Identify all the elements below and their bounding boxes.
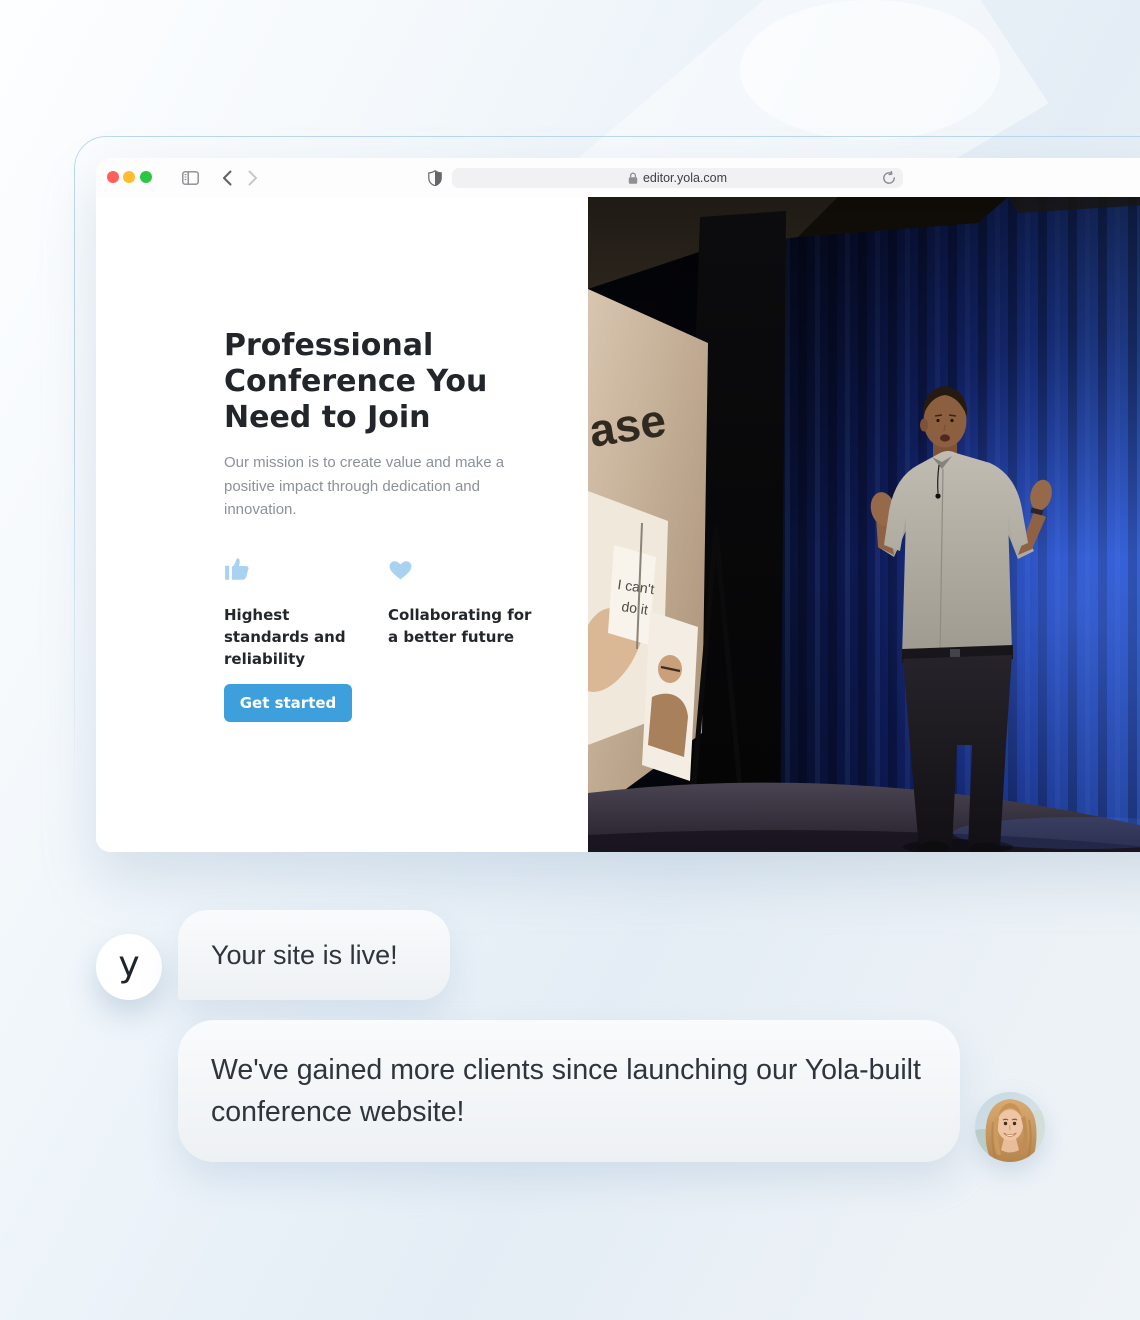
refresh-icon[interactable] [882, 171, 896, 190]
browser-toolbar: editor.yola.com [96, 158, 1140, 198]
yola-logo-badge: y [96, 934, 162, 1000]
ear [920, 419, 928, 432]
hero-description: Our mission is to create value and make … [224, 451, 508, 522]
minimize-window-button[interactable] [123, 171, 135, 183]
zoom-window-button[interactable] [140, 171, 152, 183]
forward-icon[interactable] [248, 170, 258, 186]
belt-buckle [950, 649, 960, 657]
lock-icon [628, 172, 638, 185]
projection-screen: ase I can't do it [588, 289, 708, 817]
get-started-button[interactable]: Get started [224, 684, 352, 722]
back-icon[interactable] [222, 170, 232, 186]
sidebar-toggle-icon[interactable] [182, 171, 199, 185]
close-window-button[interactable] [107, 171, 119, 183]
lavalier-mic [935, 493, 940, 498]
thumbs-up-icon [224, 556, 251, 586]
nose [944, 425, 945, 431]
mouth [940, 434, 950, 441]
stage-photo: ase I can't do it [588, 197, 1140, 852]
avatar-neck [1001, 1139, 1019, 1153]
url-text: editor.yola.com [643, 171, 727, 185]
feature-label-standards: Highest standards and reliability [224, 604, 376, 670]
address-bar[interactable]: editor.yola.com [452, 168, 903, 188]
hero-title: Professional Conference You Need to Join [224, 328, 520, 436]
yola-logo-letter: y [118, 944, 139, 985]
chat-bubble-customer: We've gained more clients since launchin… [178, 1020, 960, 1162]
customer-avatar [975, 1092, 1045, 1162]
privacy-shield-icon[interactable] [428, 170, 442, 186]
background-blob-shape [740, 0, 1000, 140]
feature-label-collaborating: Collaborating for a better future [388, 604, 538, 648]
shirt [884, 451, 1028, 657]
stage-photo-illustration: ase I can't do it [588, 197, 1140, 852]
heart-icon [388, 558, 413, 585]
hero-panel: Professional Conference You Need to Join… [96, 197, 588, 852]
chat-bubble-yola: Your site is live! [178, 910, 450, 1000]
customer-avatar-illustration [975, 1092, 1045, 1162]
browser-window: editor.yola.com Professional Conference … [96, 158, 1140, 852]
slide-card [642, 611, 698, 781]
chat-message-customer: We've gained more clients since launchin… [211, 1054, 921, 1128]
chat-message-yola: Your site is live! [211, 940, 398, 971]
page-canvas: editor.yola.com Professional Conference … [0, 0, 1140, 1320]
